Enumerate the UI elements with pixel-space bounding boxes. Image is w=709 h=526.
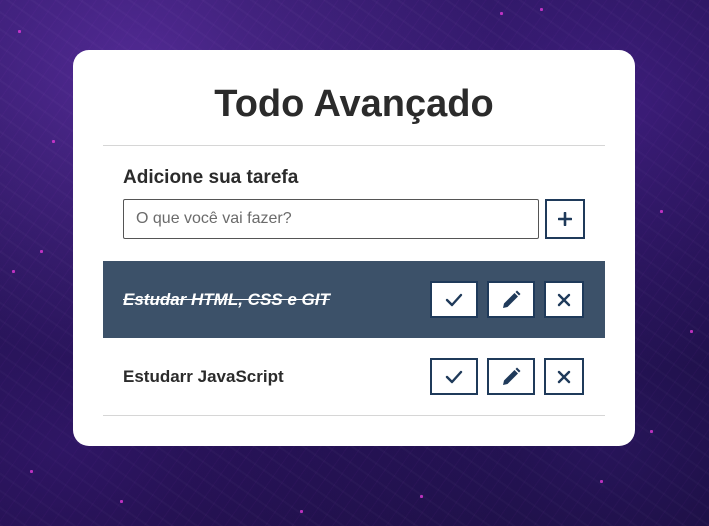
remove-todo-button[interactable] [544, 358, 584, 395]
pencil-icon [503, 367, 521, 385]
background-light [30, 470, 33, 473]
background-light [420, 495, 423, 498]
background-light [600, 480, 603, 483]
check-icon [445, 370, 463, 383]
close-icon [557, 293, 571, 306]
background-light [120, 500, 123, 503]
background-light [40, 250, 43, 253]
background-light [300, 510, 303, 513]
check-icon [445, 293, 463, 306]
todo-item: Estudarr JavaScript [103, 338, 605, 415]
task-input[interactable] [123, 199, 539, 239]
background-light [12, 270, 15, 273]
title-divider [103, 145, 605, 146]
pencil-icon [503, 290, 521, 308]
edit-todo-button[interactable] [487, 281, 535, 318]
todo-title: Estudar HTML, CSS e GIT [123, 289, 330, 309]
page-title: Todo Avançado [214, 83, 494, 125]
remove-todo-button[interactable] [544, 281, 584, 318]
background-light [500, 12, 503, 15]
list-divider [103, 415, 605, 416]
add-task-label: Adicione sua tarefa [123, 167, 299, 188]
todo-title: Estudarr JavaScript [123, 366, 284, 386]
background-light [660, 210, 663, 213]
background-light [540, 8, 543, 11]
finish-todo-button[interactable] [430, 358, 478, 395]
edit-todo-button[interactable] [487, 358, 535, 395]
background-light [18, 30, 21, 33]
background-light [650, 430, 653, 433]
close-icon [557, 370, 571, 383]
finish-todo-button[interactable] [430, 281, 478, 318]
plus-icon [558, 212, 572, 226]
background-light [52, 140, 55, 143]
add-task-button[interactable] [545, 199, 585, 239]
todo-item-done: Estudar HTML, CSS e GIT [103, 261, 605, 338]
background-light [690, 330, 693, 333]
todo-card: Todo Avançado Adicione sua tarefa Estuda… [73, 50, 635, 446]
